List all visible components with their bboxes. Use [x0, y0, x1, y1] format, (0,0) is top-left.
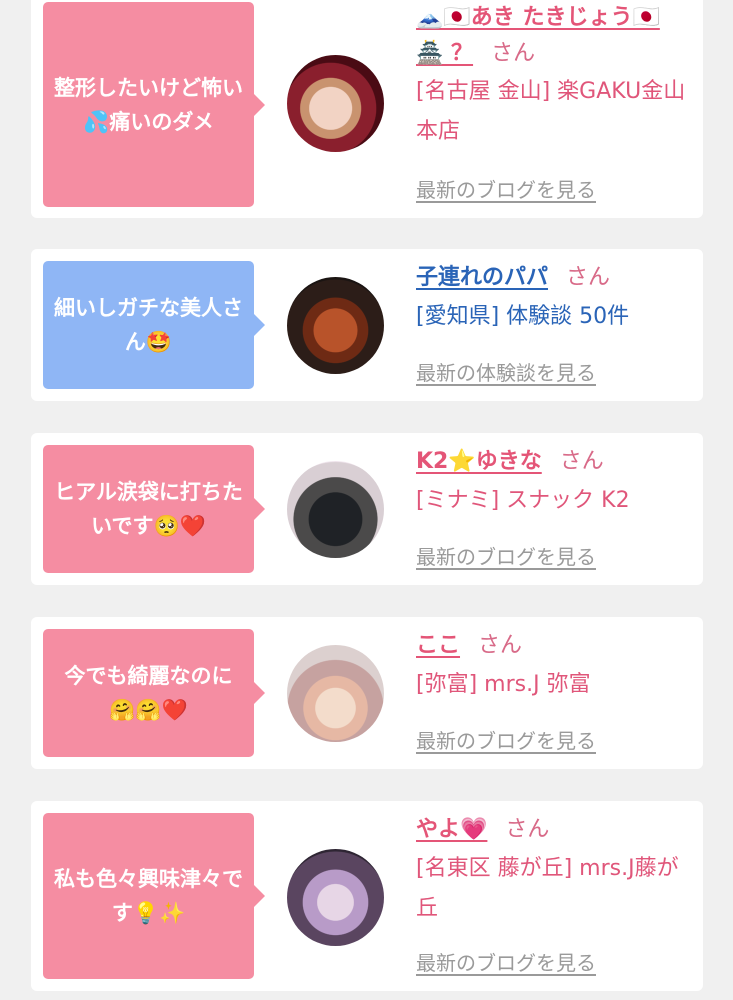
comment-card: ヒアル涙袋に打ちたいです🥺❤️ K2⭐ゆきな さん [ミナミ] スナック K2 最… [31, 433, 703, 585]
honorific: さん [478, 633, 523, 658]
comment-bubble: 細いしガチな美人さん🤩 [43, 261, 265, 389]
user-info: 子連れのパパ さん [愛知県] 体験談 50件 [416, 259, 696, 337]
user-info: やよ💗 さん [名東区 藤が丘] mrs.J藤が丘 [416, 811, 696, 929]
comment-card: 細いしガチな美人さん🤩 子連れのパパ さん [愛知県] 体験談 50件 最新の体験… [31, 249, 703, 401]
shop-location: [弥富] mrs.J 弥富 [416, 672, 591, 697]
honorific: さん [505, 817, 550, 842]
latest-blog-link[interactable]: 最新のブログを見る [416, 947, 596, 976]
honorific: さん [491, 41, 536, 66]
location-count: [愛知県] 体験談 50件 [416, 304, 630, 329]
user-name-link[interactable]: 🗻🇯🇵あき たきじょう🇯🇵🏯 ？ [416, 5, 660, 66]
avatar[interactable] [287, 645, 384, 742]
comment-card: 私も色々興味津々です💡✨ やよ💗 さん [名東区 藤が丘] mrs.J藤が丘 最新… [31, 801, 703, 991]
user-name-link[interactable]: K2⭐ゆきな [416, 449, 542, 474]
comment-card: 今でも綺麗なのに🤗🤗❤️ ここ さん [弥富] mrs.J 弥富 最新のブログを見… [31, 617, 703, 769]
latest-blog-link[interactable]: 最新のブログを見る [416, 541, 596, 570]
user-info: K2⭐ゆきな さん [ミナミ] スナック K2 [416, 443, 696, 521]
shop-location: [名古屋 金山] 楽GAKU金山本店 [416, 79, 686, 144]
user-info: 🗻🇯🇵あき たきじょう🇯🇵🏯 ？さん [名古屋 金山] 楽GAKU金山本店 [416, 0, 696, 152]
user-info: ここ さん [弥富] mrs.J 弥富 [416, 627, 696, 705]
user-name-link[interactable]: 子連れのパパ [416, 265, 548, 290]
latest-blog-link[interactable]: 最新のブログを見る [416, 725, 596, 754]
user-name-link[interactable]: ここ [416, 633, 460, 658]
honorific: さん [559, 449, 604, 474]
comment-bubble: 私も色々興味津々です💡✨ [43, 813, 265, 979]
avatar[interactable] [287, 461, 384, 558]
avatar[interactable] [287, 55, 384, 152]
latest-review-link[interactable]: 最新の体験談を見る [416, 357, 596, 386]
comment-card: 整形したいけど怖い💦痛いのダメ 🗻🇯🇵あき たきじょう🇯🇵🏯 ？さん [名古屋 … [31, 0, 703, 218]
avatar[interactable] [287, 849, 384, 946]
avatar[interactable] [287, 277, 384, 374]
latest-blog-link[interactable]: 最新のブログを見る [416, 174, 596, 203]
shop-location: [ミナミ] スナック K2 [416, 488, 630, 513]
shop-location: [名東区 藤が丘] mrs.J藤が丘 [416, 856, 679, 921]
user-name-link[interactable]: やよ💗 [416, 817, 487, 842]
comment-bubble: 今でも綺麗なのに🤗🤗❤️ [43, 629, 265, 757]
honorific: さん [566, 265, 611, 290]
comment-bubble: 整形したいけど怖い💦痛いのダメ [43, 2, 265, 207]
comment-bubble: ヒアル涙袋に打ちたいです🥺❤️ [43, 445, 265, 573]
